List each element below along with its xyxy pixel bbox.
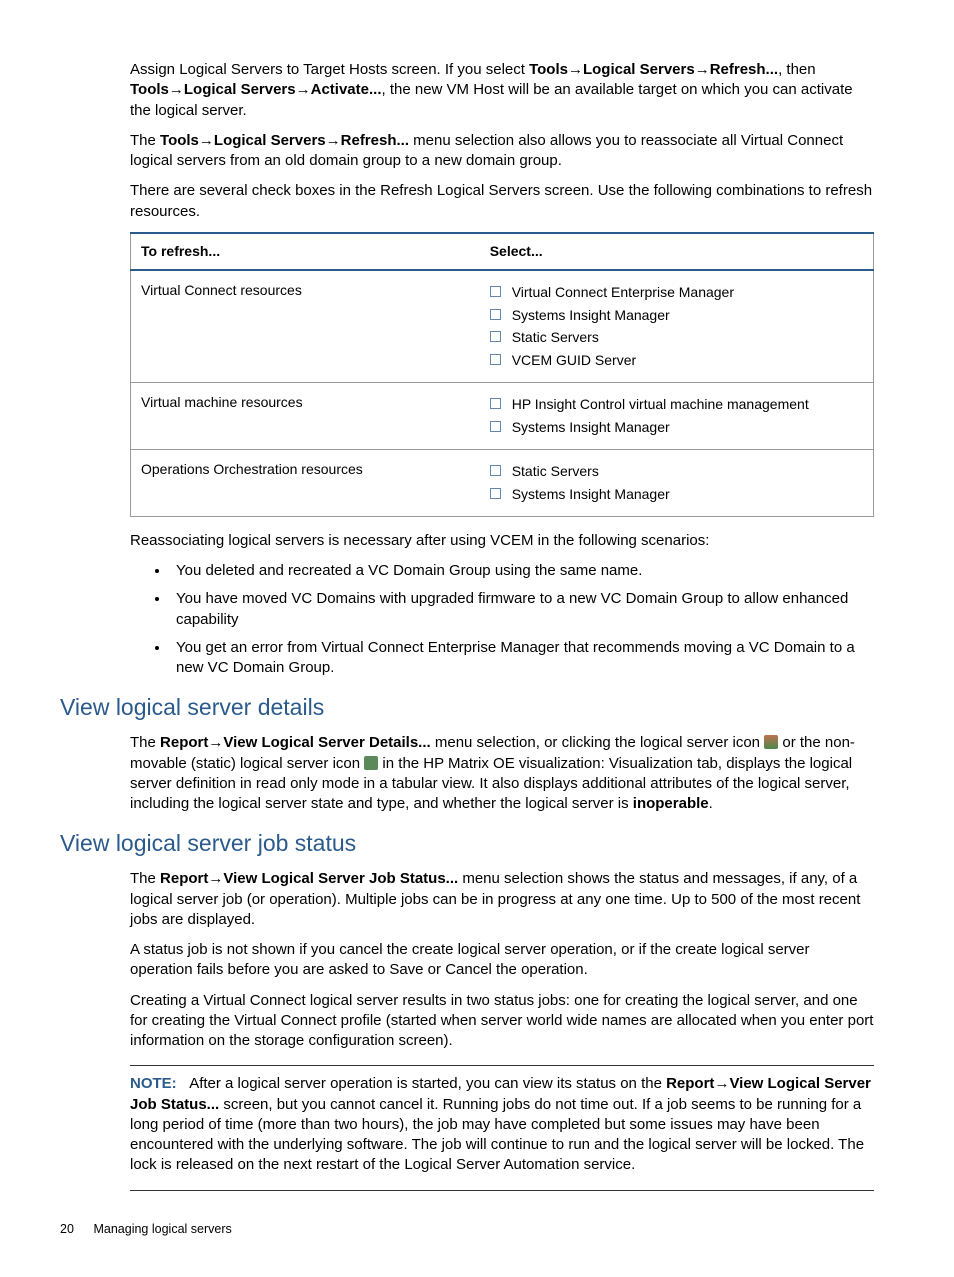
text-inoperable: inoperable bbox=[633, 795, 709, 812]
text: The bbox=[130, 132, 160, 149]
table-cell-left: Virtual Connect resources bbox=[131, 270, 480, 383]
table-cell-right: Virtual Connect Enterprise ManagerSystem… bbox=[480, 270, 874, 383]
table-cell-right: HP Insight Control virtual machine manag… bbox=[480, 383, 874, 450]
menu-path: Report→View Logical Server Details... bbox=[160, 734, 431, 751]
text: Assign Logical Servers to Target Hosts s… bbox=[130, 61, 529, 78]
table-cell-right: Static ServersSystems Insight Manager bbox=[480, 449, 874, 516]
page-footer: 20 Managing logical servers bbox=[60, 1221, 874, 1238]
note-divider-top bbox=[130, 1065, 874, 1066]
footer-title: Managing logical servers bbox=[93, 1222, 231, 1236]
heading-view-status: View logical server job status bbox=[60, 828, 874, 859]
scenario-list: You deleted and recreated a VC Domain Gr… bbox=[130, 561, 874, 678]
paragraph-status-2: A status job is not shown if you cancel … bbox=[130, 940, 874, 981]
menu-path: Tools→Logical Servers→Refresh... bbox=[529, 61, 778, 78]
paragraph-checkboxes: There are several check boxes in the Ref… bbox=[130, 181, 874, 222]
list-item: You get an error from Virtual Connect En… bbox=[170, 638, 874, 679]
text: After a logical server operation is star… bbox=[189, 1075, 666, 1092]
table-header-refresh: To refresh... bbox=[131, 233, 480, 270]
table-cell-left: Operations Orchestration resources bbox=[131, 449, 480, 516]
table-row: Virtual machine resources HP Insight Cont… bbox=[131, 383, 874, 450]
table-cell-left: Virtual machine resources bbox=[131, 383, 480, 450]
checkbox-item: Static Servers bbox=[490, 326, 863, 349]
checkbox-item: Static Servers bbox=[490, 460, 863, 483]
table-row: Virtual Connect resourcesVirtual Connect… bbox=[131, 270, 874, 383]
checkbox-item: VCEM GUID Server bbox=[490, 349, 863, 372]
checkbox-item: Systems Insight Manager bbox=[490, 304, 863, 327]
refresh-table: To refresh... Select... Virtual Connect … bbox=[130, 232, 874, 517]
paragraph-status-1: The Report→View Logical Server Job Statu… bbox=[130, 869, 874, 930]
page-number: 20 bbox=[60, 1221, 90, 1238]
static-logical-server-icon bbox=[364, 756, 378, 770]
logical-server-icon bbox=[764, 735, 778, 749]
text: The bbox=[130, 870, 160, 887]
text: , then bbox=[778, 61, 816, 78]
text: The bbox=[130, 734, 160, 751]
note-paragraph: NOTE: After a logical server operation i… bbox=[130, 1074, 874, 1175]
text: . bbox=[709, 795, 713, 812]
note-divider-bottom bbox=[130, 1190, 874, 1191]
menu-path: Tools→Logical Servers→Refresh... bbox=[160, 132, 409, 149]
table-row: Operations Orchestration resourcesStatic… bbox=[131, 449, 874, 516]
text: screen, but you cannot cancel it. Runnin… bbox=[130, 1096, 864, 1174]
menu-path: Tools→Logical Servers→Activate... bbox=[130, 81, 382, 98]
paragraph-scenarios: Reassociating logical servers is necessa… bbox=[130, 531, 874, 551]
table-header-select: Select... bbox=[480, 233, 874, 270]
list-item: You deleted and recreated a VC Domain Gr… bbox=[170, 561, 874, 581]
paragraph-reassociate: The Tools→Logical Servers→Refresh... men… bbox=[130, 131, 874, 172]
checkbox-item: HP Insight Control virtual machine manag… bbox=[490, 393, 863, 416]
paragraph-assign: Assign Logical Servers to Target Hosts s… bbox=[130, 60, 874, 121]
text: menu selection, or clicking the logical … bbox=[431, 734, 765, 751]
note-label: NOTE: bbox=[130, 1075, 177, 1092]
heading-view-details: View logical server details bbox=[60, 692, 874, 723]
checkbox-item: Systems Insight Manager bbox=[490, 483, 863, 506]
paragraph-status-3: Creating a Virtual Connect logical serve… bbox=[130, 991, 874, 1052]
checkbox-item: Systems Insight Manager bbox=[490, 416, 863, 439]
list-item: You have moved VC Domains with upgraded … bbox=[170, 589, 874, 630]
checkbox-item: Virtual Connect Enterprise Manager bbox=[490, 281, 863, 304]
paragraph-details: The Report→View Logical Server Details..… bbox=[130, 733, 874, 814]
menu-path: Report→View Logical Server Job Status... bbox=[160, 870, 458, 887]
